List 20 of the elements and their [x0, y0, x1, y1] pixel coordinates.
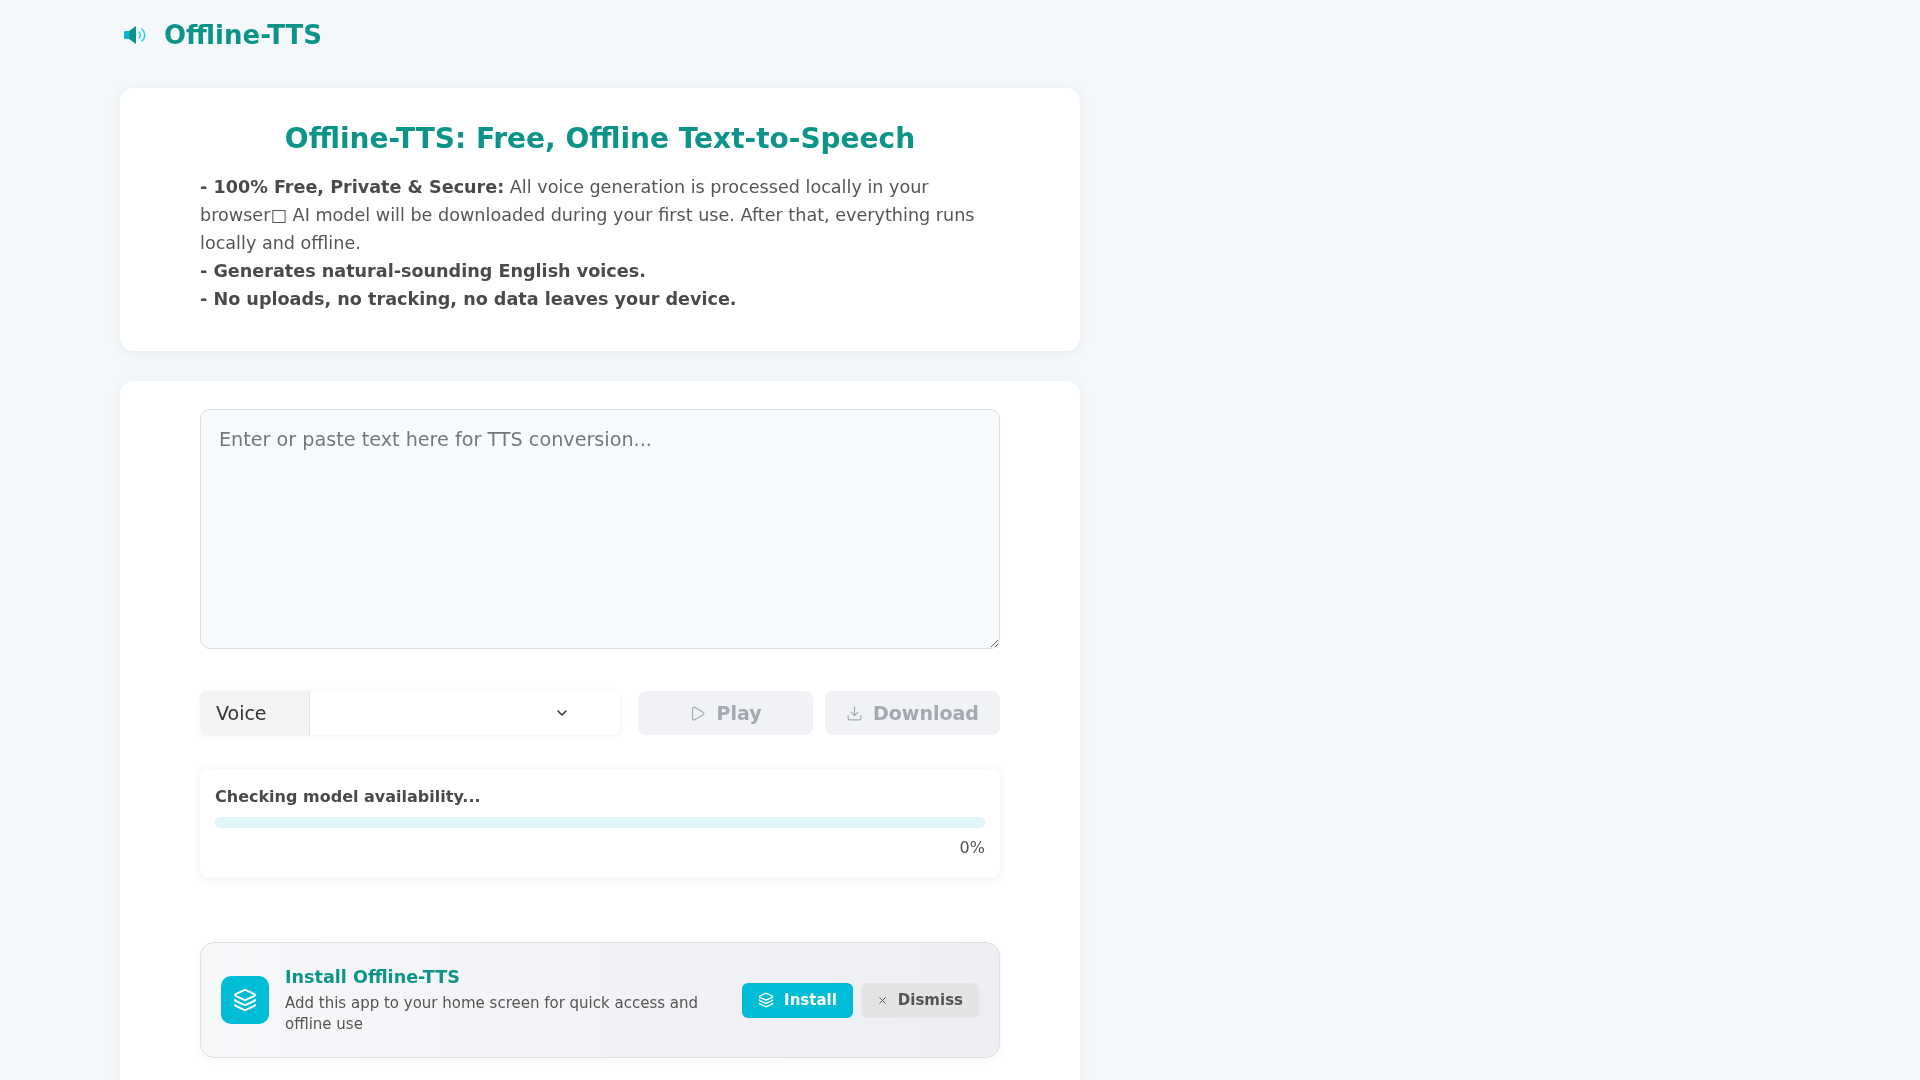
voice-label: Voice: [200, 691, 310, 735]
progress-percent: 0%: [959, 837, 985, 859]
app-title: Offline-TTS: [164, 19, 322, 51]
feature-text: - 100% Free, Private & Secure: All voice generation is processed locally in your browser□ AI model will be downloaded during your first use. After that, everything runs locally and offline.: [200, 176, 976, 255]
feature-text: - Generates natural-sounding English voices.: [200, 260, 647, 283]
install-title: Install Offline-TTS: [285, 966, 461, 989]
play-icon: [689, 704, 707, 722]
progress-status: Checking model availability...: [215, 786, 482, 808]
speaker-icon: [124, 25, 148, 45]
dismiss-button[interactable]: Dismiss: [860, 982, 979, 1018]
app-layers-icon: [221, 976, 269, 1024]
download-icon: [846, 704, 864, 722]
install-description: Add this app to your home screen for quick access and offline use: [285, 993, 700, 1035]
text-input-field[interactable]: Enter or paste text here for TTS conversion...: [200, 409, 1000, 649]
voice-select[interactable]: [310, 691, 620, 735]
feature-text: - No uploads, no tracking, no data leaves your device.: [200, 288, 738, 311]
install-button[interactable]: Install: [742, 982, 853, 1018]
intro-heading: Offline-TTS: Free, Offline Text-to-Speech: [283, 121, 917, 157]
layers-icon: [758, 992, 775, 1008]
close-icon: [876, 994, 888, 1006]
